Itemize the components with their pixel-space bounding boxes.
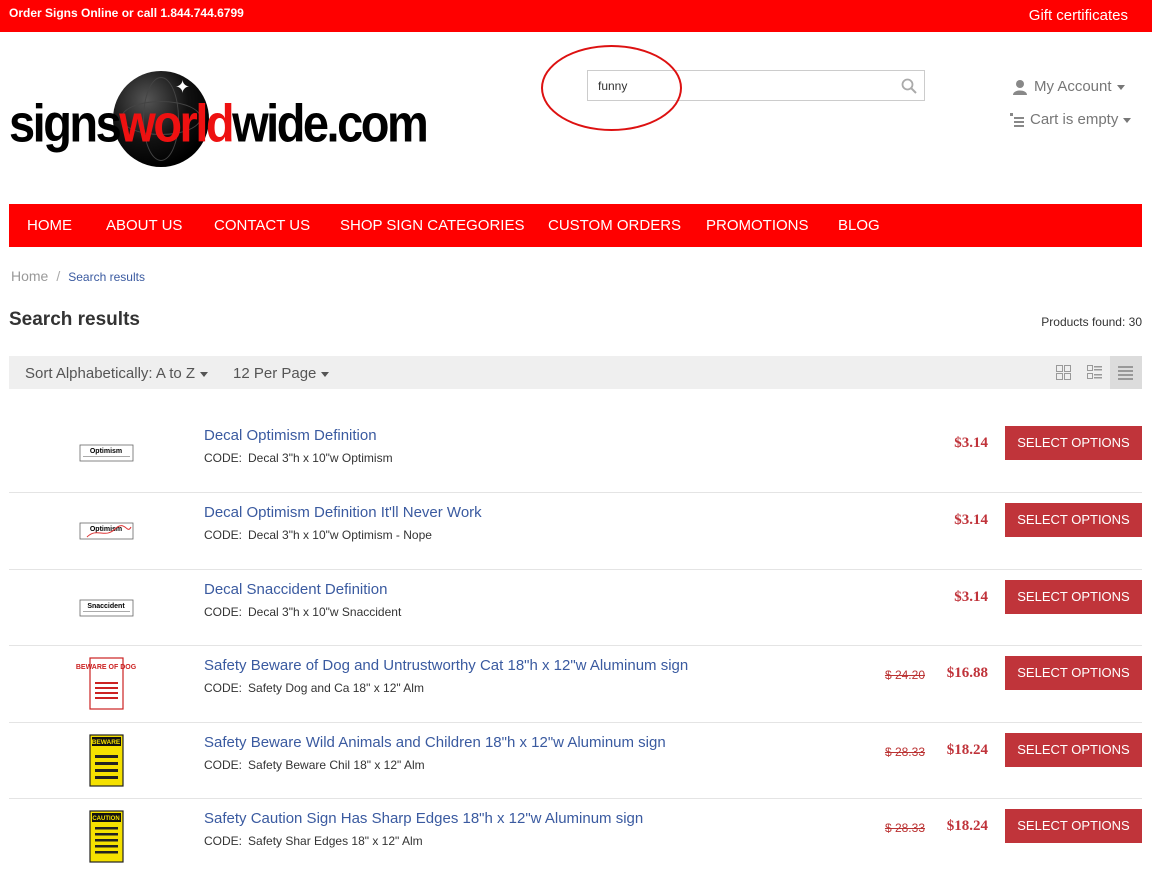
nav-shop-sign-categories[interactable]: SHOP SIGN CATEGORIES: [340, 217, 524, 234]
product-old-price: $ 24.20: [884, 668, 925, 682]
select-options-button[interactable]: SELECT OPTIONS: [1005, 809, 1142, 843]
product-code: CODE: Decal 3"h x 10"w Snaccident: [204, 605, 402, 619]
products-found-count: Products found: 30: [1041, 315, 1142, 329]
product-thumbnail[interactable]: BEWARE OF DOG: [49, 656, 164, 716]
chevron-down-icon: [1123, 117, 1132, 123]
nav-contact-us[interactable]: CONTACT US: [214, 217, 310, 234]
product-row: BEWARE OF DOG Safety Beware of Dog and U…: [9, 645, 1142, 721]
thumb-caption: Optimism: [90, 448, 122, 455]
grid-view-icon: [1056, 365, 1071, 380]
thumb-caption: BEWARE OF DOG: [76, 664, 137, 671]
gift-certificates-link[interactable]: Gift certificates: [1029, 7, 1128, 24]
product-price: $3.14: [954, 435, 988, 451]
thumb-caption: Snaccident: [87, 603, 125, 610]
product-price: $3.14: [954, 512, 988, 528]
product-price: $16.88: [946, 665, 988, 681]
product-thumbnail[interactable]: Snaccident: [49, 578, 164, 638]
select-options-button[interactable]: SELECT OPTIONS: [1005, 580, 1142, 614]
product-code: CODE: Safety Shar Edges 18" x 12" Alm: [204, 834, 423, 848]
product-name-link[interactable]: Decal Optimism Definition: [204, 427, 377, 444]
product-code: CODE: Safety Dog and Ca 18" x 12" Alm: [204, 681, 424, 695]
phone-text: Order Signs Online or call 1.844.744.679…: [9, 6, 244, 20]
product-name-link[interactable]: Safety Caution Sign Has Sharp Edges 18"h…: [204, 810, 643, 827]
my-account-label: My Account: [1034, 78, 1112, 95]
compact-list-button[interactable]: [1110, 356, 1142, 389]
product-price: $3.14: [954, 589, 988, 605]
product-row: BEWARE Safety Beware Wild Animals and Ch…: [9, 722, 1142, 798]
sort-dropdown[interactable]: Sort Alphabetically: A to Z: [25, 365, 209, 382]
product-code: CODE: Safety Beware Chil 18" x 12" Alm: [204, 758, 425, 772]
sort-label: Sort Alphabetically: A to Z: [25, 365, 196, 382]
select-options-button[interactable]: SELECT OPTIONS: [1005, 503, 1142, 537]
product-row: Optimism Decal Optimism Definition CODE:…: [9, 410, 1142, 486]
product-thumbnail[interactable]: BEWARE: [49, 733, 164, 793]
chevron-down-icon: [321, 371, 330, 377]
product-code: CODE: Decal 3"h x 10"w Optimism: [204, 451, 393, 465]
compact-list-icon: [1118, 366, 1133, 380]
thumb-caption: BEWARE: [92, 739, 121, 746]
cart-icon: [1010, 113, 1024, 128]
breadcrumb-home[interactable]: Home: [11, 268, 48, 284]
product-row: CAUTION Safety Caution Sign Has Sharp Ed…: [9, 798, 1142, 870]
my-account-menu[interactable]: My Account: [1012, 78, 1125, 96]
sort-bar: Sort Alphabetically: A to Z 12 Per Page: [9, 356, 1142, 389]
grid-view-button[interactable]: [1048, 356, 1080, 389]
site-logo[interactable]: ✦ signsworldwide.com: [9, 70, 429, 170]
page-title: Search results: [9, 309, 140, 330]
cart-label: Cart is empty: [1030, 111, 1119, 128]
product-price: $18.24: [946, 742, 988, 758]
nav-home[interactable]: HOME: [27, 217, 72, 234]
nav-blog[interactable]: BLOG: [838, 217, 880, 234]
nav-custom-orders[interactable]: CUSTOM ORDERS: [548, 217, 681, 234]
chevron-down-icon: [200, 371, 209, 377]
product-name-link[interactable]: Decal Snaccident Definition: [204, 581, 387, 598]
list-view-button[interactable]: [1079, 356, 1111, 389]
nav-about-us[interactable]: ABOUT US: [106, 217, 182, 234]
product-code: CODE: Decal 3"h x 10"w Optimism - Nope: [204, 528, 432, 542]
product-name-link[interactable]: Decal Optimism Definition It'll Never Wo…: [204, 504, 482, 521]
per-page-label: 12 Per Page: [233, 365, 317, 382]
list-view-icon: [1087, 365, 1102, 379]
product-old-price: $ 28.33: [884, 745, 925, 759]
search-icon[interactable]: [900, 77, 918, 95]
select-options-button[interactable]: SELECT OPTIONS: [1005, 426, 1142, 460]
logo-wordmark: signsworldwide.com: [9, 93, 429, 153]
chevron-down-icon: [1116, 84, 1125, 90]
product-price: $18.24: [946, 818, 988, 834]
product-name-link[interactable]: Safety Beware of Dog and Untrustworthy C…: [204, 657, 688, 674]
user-icon: [1013, 80, 1027, 96]
product-old-price: $ 28.33: [884, 821, 925, 835]
select-options-button[interactable]: SELECT OPTIONS: [1005, 733, 1142, 767]
product-thumbnail[interactable]: CAUTION: [49, 809, 164, 869]
product-row: Optimism Decal Optimism Definition It'll…: [9, 492, 1142, 568]
per-page-dropdown[interactable]: 12 Per Page: [233, 365, 330, 382]
select-options-button[interactable]: SELECT OPTIONS: [1005, 656, 1142, 690]
thumb-caption: CAUTION: [92, 816, 119, 822]
main-nav: HOME ABOUT US CONTACT US SHOP SIGN CATEG…: [9, 204, 1142, 247]
breadcrumb-current: Search results: [68, 270, 145, 284]
breadcrumb: Home / Search results: [11, 268, 145, 284]
nav-promotions[interactable]: PROMOTIONS: [706, 217, 809, 234]
product-row: Snaccident Decal Snaccident Definition C…: [9, 569, 1142, 645]
cart-menu[interactable]: Cart is empty: [1010, 111, 1132, 128]
product-name-link[interactable]: Safety Beware Wild Animals and Children …: [204, 734, 666, 751]
breadcrumb-separator: /: [56, 268, 61, 284]
top-bar: Order Signs Online or call 1.844.744.679…: [0, 0, 1152, 32]
product-thumbnail[interactable]: Optimism: [49, 423, 164, 483]
product-thumbnail[interactable]: Optimism: [49, 501, 164, 561]
highlight-circle-annotation: [541, 45, 682, 131]
